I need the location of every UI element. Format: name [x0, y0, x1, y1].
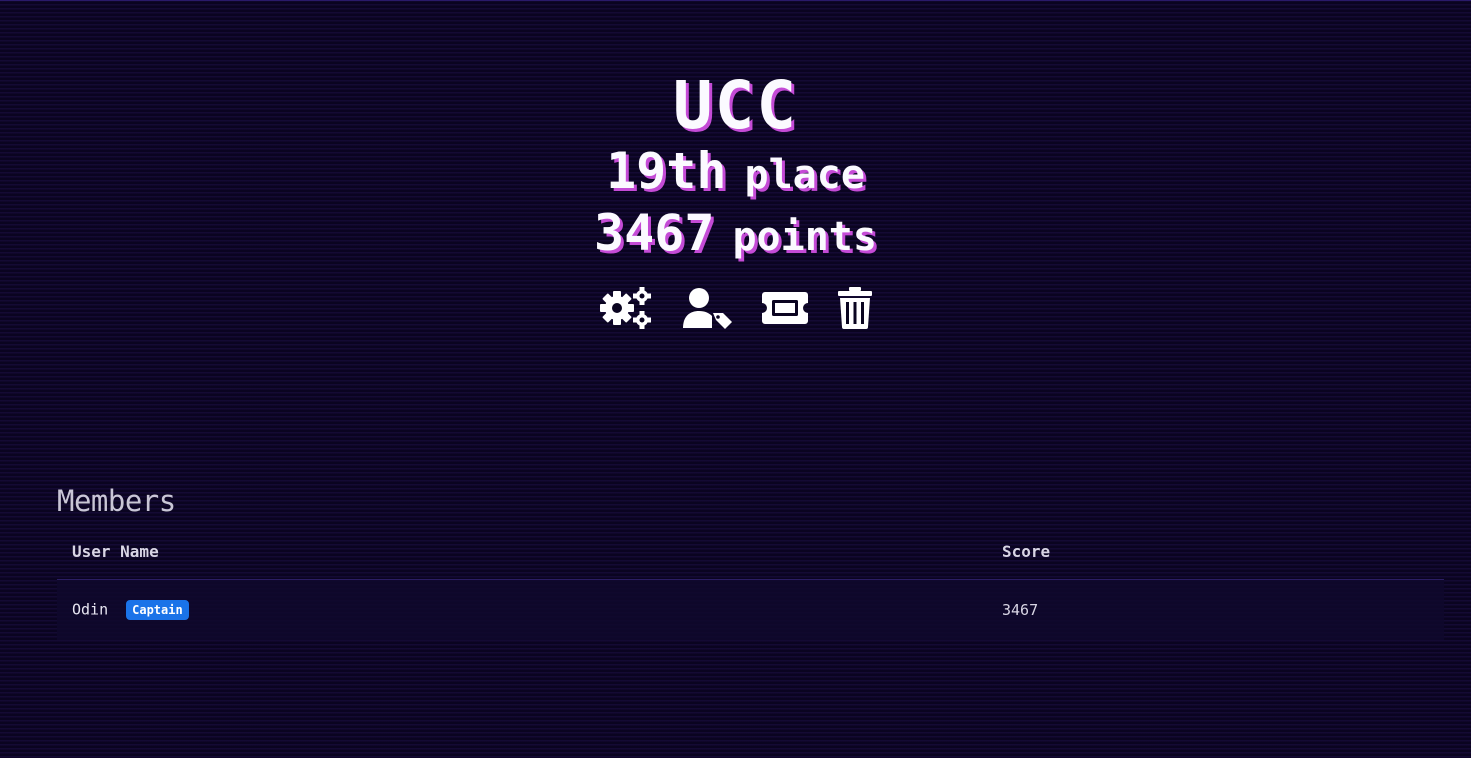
- table-header-row: User Name Score: [57, 542, 1444, 580]
- team-header: UCC 19th place 3467 points: [0, 70, 1471, 330]
- captain-badge: Captain: [126, 600, 189, 620]
- points-word: points: [732, 214, 877, 260]
- column-header-user-name: User Name: [57, 542, 987, 580]
- place-value: 19th: [606, 142, 727, 200]
- members-table: User Name Score Odin Captain 3467: [57, 542, 1444, 640]
- ticket-icon[interactable]: [761, 286, 809, 330]
- member-name-cell: Odin Captain: [57, 579, 987, 640]
- points-value: 3467: [594, 204, 715, 262]
- table-row: Odin Captain 3467: [57, 579, 1444, 640]
- team-name: UCC: [672, 67, 799, 144]
- team-actions: [0, 286, 1471, 330]
- user-tag-icon[interactable]: [681, 286, 733, 330]
- trash-icon[interactable]: [837, 286, 873, 330]
- team-place: 19th place: [0, 142, 1471, 204]
- member-name-link[interactable]: Odin: [72, 601, 108, 619]
- place-word: place: [744, 152, 865, 198]
- column-header-score: Score: [987, 542, 1444, 580]
- team-points: 3467 points: [0, 204, 1471, 266]
- gears-icon[interactable]: [599, 286, 653, 330]
- members-heading: Members: [57, 484, 176, 518]
- top-border: [0, 0, 1471, 1]
- members-section: Members User Name Score Odin Captain 3467: [57, 484, 1444, 640]
- member-score: 3467: [987, 579, 1444, 640]
